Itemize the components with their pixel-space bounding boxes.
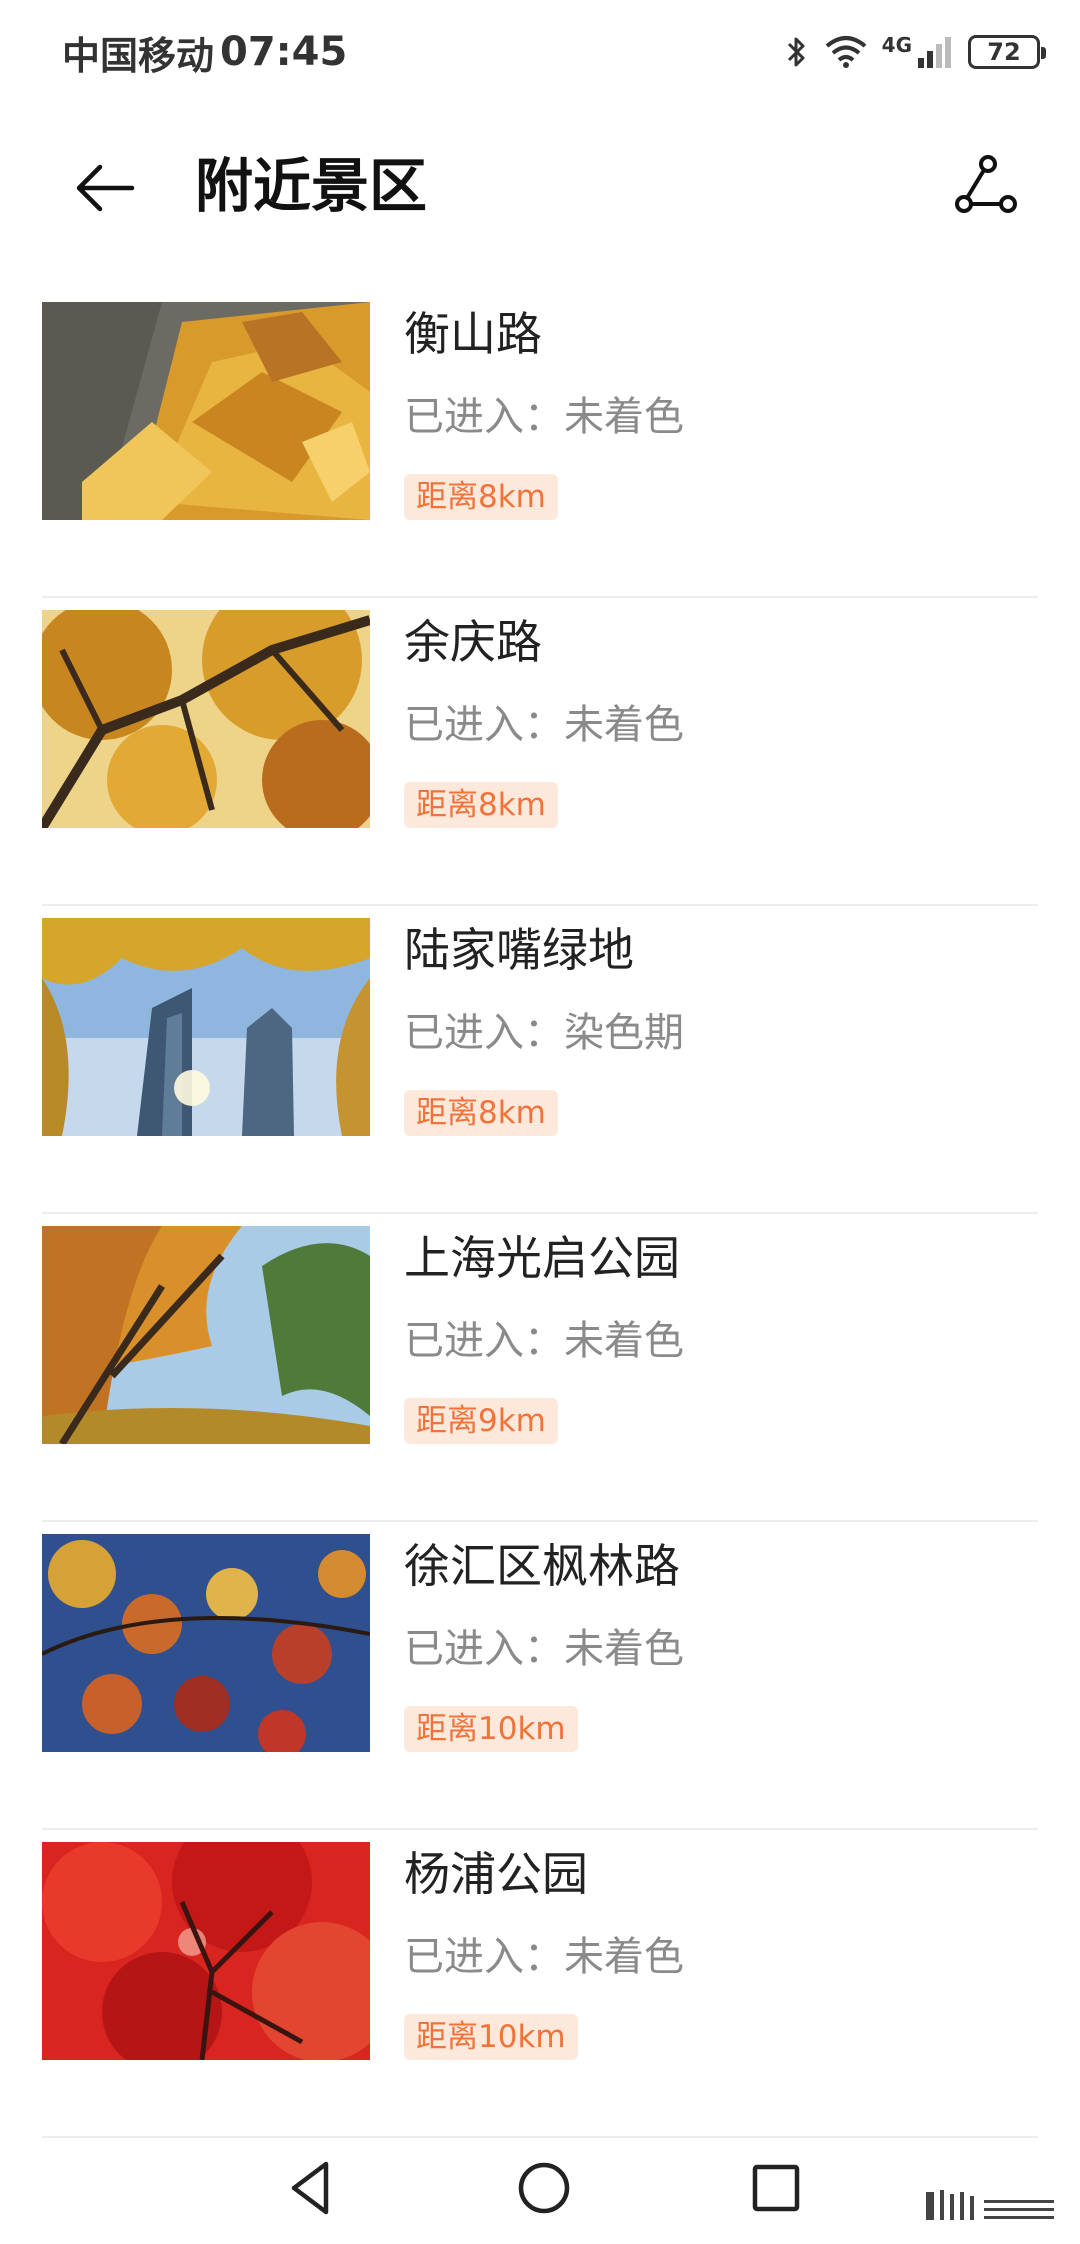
autumn-tree-photo [42,610,370,828]
watermark-logo-icon [926,2190,1054,2220]
distance-badge: 距离8km [404,474,558,520]
spot-item-yuqing[interactable]: 余庆路 已进入：未着色 距离8km [42,598,1038,906]
spot-status: 已进入：未着色 [404,394,684,440]
triangle-back-icon [291,2161,329,2215]
spot-item-yangpu[interactable]: 杨浦公园 已进入：未着色 距离10km [42,1830,1038,2138]
circle-home-icon [518,2162,570,2214]
signal-icon [918,37,951,68]
spot-item-hengshan[interactable]: 衡山路 已进入：未着色 距离8km [42,290,1038,598]
spot-thumbnail [42,1534,370,1752]
spot-item-guangqi[interactable]: 上海光启公园 已进入：未着色 距离9km [42,1214,1038,1522]
nav-home-button[interactable] [504,2148,584,2228]
route-button[interactable] [950,150,1022,222]
spot-name: 余庆路 [404,615,542,669]
distance-badge: 距离9km [404,1398,558,1444]
spot-thumbnail [42,1842,370,2060]
clock: 07:45 [220,29,348,75]
spot-status: 已进入：染色期 [404,1010,684,1056]
maple-leaves-photo [42,1534,370,1752]
spot-status: 已进入：未着色 [404,1626,684,1672]
spot-thumbnail [42,302,370,520]
page-title: 附近景区 [195,152,428,220]
spot-name: 徐汇区枫林路 [404,1539,680,1593]
spot-item-lujiazui[interactable]: 陆家嘴绿地 已进入：染色期 距离8km [42,906,1038,1214]
park-trees-photo [42,1226,370,1444]
wifi-icon [825,36,866,68]
carrier-label: 中国移动 [62,33,215,78]
spot-name: 上海光启公园 [404,1231,680,1285]
distance-badge: 距离8km [404,1090,558,1136]
fallen-leaves-photo [42,302,370,520]
nav-back-button[interactable] [272,2148,352,2228]
battery-indicator: 72 [968,35,1046,69]
status-left: 中国移动 07:45 [62,25,347,80]
distance-badge: 距离8km [404,782,558,828]
header: 附近景区 [0,130,1080,240]
screen: 中国移动 07:45 4G 72 附近景区 衡山路 已进入：未着色 距离8km … [0,0,1080,2244]
distance-badge: 距离10km [404,2014,578,2060]
spot-thumbnail [42,1226,370,1444]
arrow-left-icon [76,164,135,212]
distance-badge: 距离10km [404,1706,578,1752]
spot-name: 陆家嘴绿地 [404,923,634,977]
skyline-ginkgo-photo [42,918,370,1136]
spot-name: 衡山路 [404,307,542,361]
battery-level: 72 [987,38,1021,66]
spot-status: 已进入：未着色 [404,1318,684,1364]
bluetooth-icon [787,37,805,67]
status-bar: 中国移动 07:45 4G 72 [0,0,1080,104]
spot-status: 已进入：未着色 [404,702,684,748]
back-button[interactable] [70,152,142,224]
spot-list: 衡山路 已进入：未着色 距离8km 余庆路 已进入：未着色 距离8km 陆家嘴绿… [0,290,1080,2138]
system-nav-bar [0,2134,1080,2244]
spot-item-fenglin[interactable]: 徐汇区枫林路 已进入：未着色 距离10km [42,1522,1038,1830]
red-maple-photo [42,1842,370,2060]
square-recent-icon [752,2164,800,2212]
spot-thumbnail [42,918,370,1136]
spot-thumbnail [42,610,370,828]
nav-recent-button[interactable] [736,2148,816,2228]
spot-status: 已进入：未着色 [404,1934,684,1980]
route-icon [955,155,1017,213]
spot-name: 杨浦公园 [404,1847,588,1901]
status-right: 4G 72 [784,33,1046,70]
network-type-label: 4G [881,33,912,57]
